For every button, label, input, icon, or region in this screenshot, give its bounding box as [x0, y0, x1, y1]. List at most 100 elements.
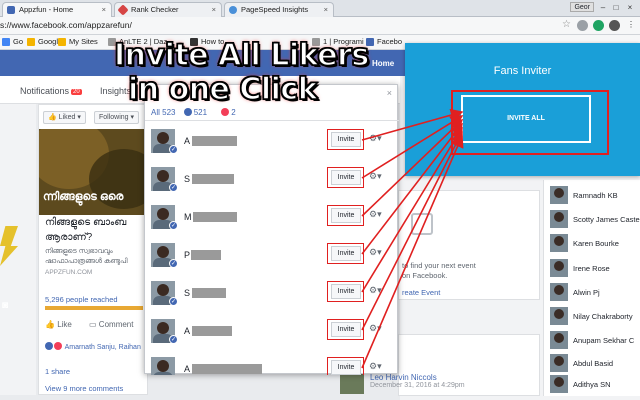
invite-button[interactable]: Invite [331, 246, 361, 261]
following-label: Following [99, 114, 129, 121]
like-reaction-icon [45, 342, 53, 350]
divider [145, 120, 399, 121]
grammarly-icon[interactable] [593, 20, 604, 31]
gear-icon[interactable]: ⚙▾ [369, 209, 382, 220]
tab-insights[interactable]: Insights [100, 86, 131, 96]
gear-icon[interactable]: ⚙▾ [369, 247, 382, 258]
tab-all[interactable]: All 523 [151, 108, 175, 117]
reactions-summary[interactable]: Amarnath Sanju, Raihan [45, 342, 141, 351]
contact-item[interactable]: Anupam Sekhar C [547, 330, 640, 350]
contact-name: Anupam Sekhar C [573, 336, 635, 345]
liker-name[interactable]: S [184, 288, 190, 298]
contact-item[interactable]: Nilay Chakraborty [547, 306, 640, 326]
comment-label: Comment [98, 320, 134, 329]
tab-title: Appzfun - Home [19, 5, 74, 14]
view-comments-link[interactable]: View 9 more comments [45, 384, 123, 393]
liker-name[interactable]: A [184, 326, 190, 336]
tab-pagespeed[interactable]: PageSpeed Insights × [224, 2, 334, 17]
post-card: 👍 Liked ▾ Following ▾ ന്നിങ്ങളുടെ ഒരെ നി… [38, 104, 149, 395]
comment-action[interactable]: ▭ Comment [89, 320, 133, 329]
close-window-icon[interactable]: × [625, 3, 635, 12]
profile-label[interactable]: Geor [570, 2, 594, 12]
panel-title: Fans Inviter [493, 65, 552, 77]
list-item: ✓ S Invite ⚙▾ [145, 275, 399, 313]
reactors-text: Amarnath Sanju, Raihan [64, 344, 141, 351]
avatar [550, 354, 568, 372]
gear-icon[interactable]: ⚙▾ [369, 323, 382, 334]
avatar [550, 283, 568, 301]
following-button[interactable]: Following ▾ [94, 111, 140, 124]
like-reaction-icon [183, 108, 192, 116]
close-tab-icon[interactable]: × [102, 3, 106, 16]
list-item: A Invite ⚙▾ [145, 351, 399, 375]
extension-icon[interactable] [609, 20, 620, 31]
create-event-link[interactable]: reate Event [402, 288, 440, 297]
tab-rank-checker[interactable]: Rank Checker × [114, 2, 222, 17]
avatar [550, 331, 568, 349]
liker-name[interactable]: A [184, 364, 190, 374]
home-link[interactable]: Home [372, 59, 394, 68]
bookmark-item[interactable]: Go [2, 37, 23, 47]
invite-button[interactable]: Invite [331, 284, 361, 299]
contact-item[interactable]: Irene Rose [547, 258, 640, 278]
menu-icon[interactable]: ⋮ [626, 20, 636, 29]
contact-name: Irene Rose [573, 264, 610, 273]
tab-notifications[interactable]: Notifications 20 [20, 86, 82, 96]
gear-icon[interactable]: ⚙▾ [369, 361, 382, 372]
camera-icon[interactable]: ◙ [2, 300, 8, 311]
bookmark-star-icon[interactable]: ☆ [562, 19, 571, 30]
gear-icon[interactable]: ⚙▾ [369, 171, 382, 182]
bookmark-item[interactable]: My Sites [58, 37, 98, 47]
share-count[interactable]: 1 share [45, 367, 70, 376]
extension-icon[interactable] [577, 20, 588, 31]
contact-item[interactable]: Scotty James Castein [547, 209, 640, 229]
close-icon[interactable]: × [387, 88, 392, 98]
list-item: ✓ A Invite ⚙▾ [145, 313, 399, 351]
bookmark-label: My Sites [69, 37, 98, 46]
bookmark-item[interactable]: Facebo [366, 37, 402, 47]
liker-name[interactable]: P [184, 250, 190, 260]
post-image[interactable]: ന്നിങ്ങളുടെ ഒരെ [39, 129, 149, 215]
avatar[interactable] [151, 357, 175, 375]
close-tab-icon[interactable]: × [212, 3, 216, 16]
liker-name[interactable]: A [184, 136, 190, 146]
maximize-icon[interactable]: □ [611, 3, 621, 12]
liked-button[interactable]: 👍 Liked ▾ [43, 111, 86, 124]
invite-button[interactable]: Invite [331, 132, 361, 147]
contact-item[interactable]: Adithya SN [547, 374, 640, 394]
tab-appzfun[interactable]: Appzfun - Home × [2, 2, 112, 17]
post-headline: നിങ്ങളുടെ ബാംബ [45, 217, 127, 228]
redacted-name [192, 326, 232, 336]
contact-name: Alwin Pj [573, 288, 600, 297]
contact-item[interactable]: Abdul Basid [547, 353, 640, 373]
url-field[interactable]: s://www.facebook.com/appzarefun/ [0, 20, 132, 30]
contact-item[interactable]: Ramnadh KB [547, 185, 640, 205]
post-headline-2: ആരാണ്? [45, 232, 93, 243]
avatar [550, 186, 568, 204]
invite-button[interactable]: Invite [331, 360, 361, 375]
contact-item[interactable]: Alwin Pj [547, 282, 640, 302]
like-action[interactable]: 👍 Like [45, 320, 72, 329]
reach-count[interactable]: 5,296 people reached [45, 295, 118, 304]
browser-tab-bar: Appzfun - Home × Rank Checker × PageSpee… [0, 0, 640, 17]
tab-love[interactable]: 2 [221, 108, 241, 117]
close-tab-icon[interactable]: × [324, 3, 328, 16]
contact-item[interactable]: Karen Bourke [547, 233, 640, 253]
like-reaction-icon: ✓ [169, 221, 178, 230]
list-item: ✓ S Invite ⚙▾ [145, 161, 399, 199]
liker-name[interactable]: S [184, 174, 190, 184]
gear-icon[interactable]: ⚙▾ [369, 133, 382, 144]
tab-like[interactable]: 521 [183, 108, 213, 117]
bookmark-item[interactable]: Google [27, 37, 62, 47]
redacted-name [193, 212, 237, 222]
gear-icon[interactable]: ⚙▾ [369, 285, 382, 296]
invite-button[interactable]: Invite [331, 208, 361, 223]
invite-button[interactable]: Invite [331, 322, 361, 337]
minimize-icon[interactable]: – [598, 3, 608, 12]
liker-name[interactable]: M [184, 212, 192, 222]
invite-button[interactable]: Invite [331, 170, 361, 185]
avatar [550, 259, 568, 277]
tab-title: Rank Checker [131, 5, 179, 14]
reaction-filter-tabs: All 523 521 2 [151, 108, 248, 117]
bookmark-label: Go [13, 37, 24, 46]
